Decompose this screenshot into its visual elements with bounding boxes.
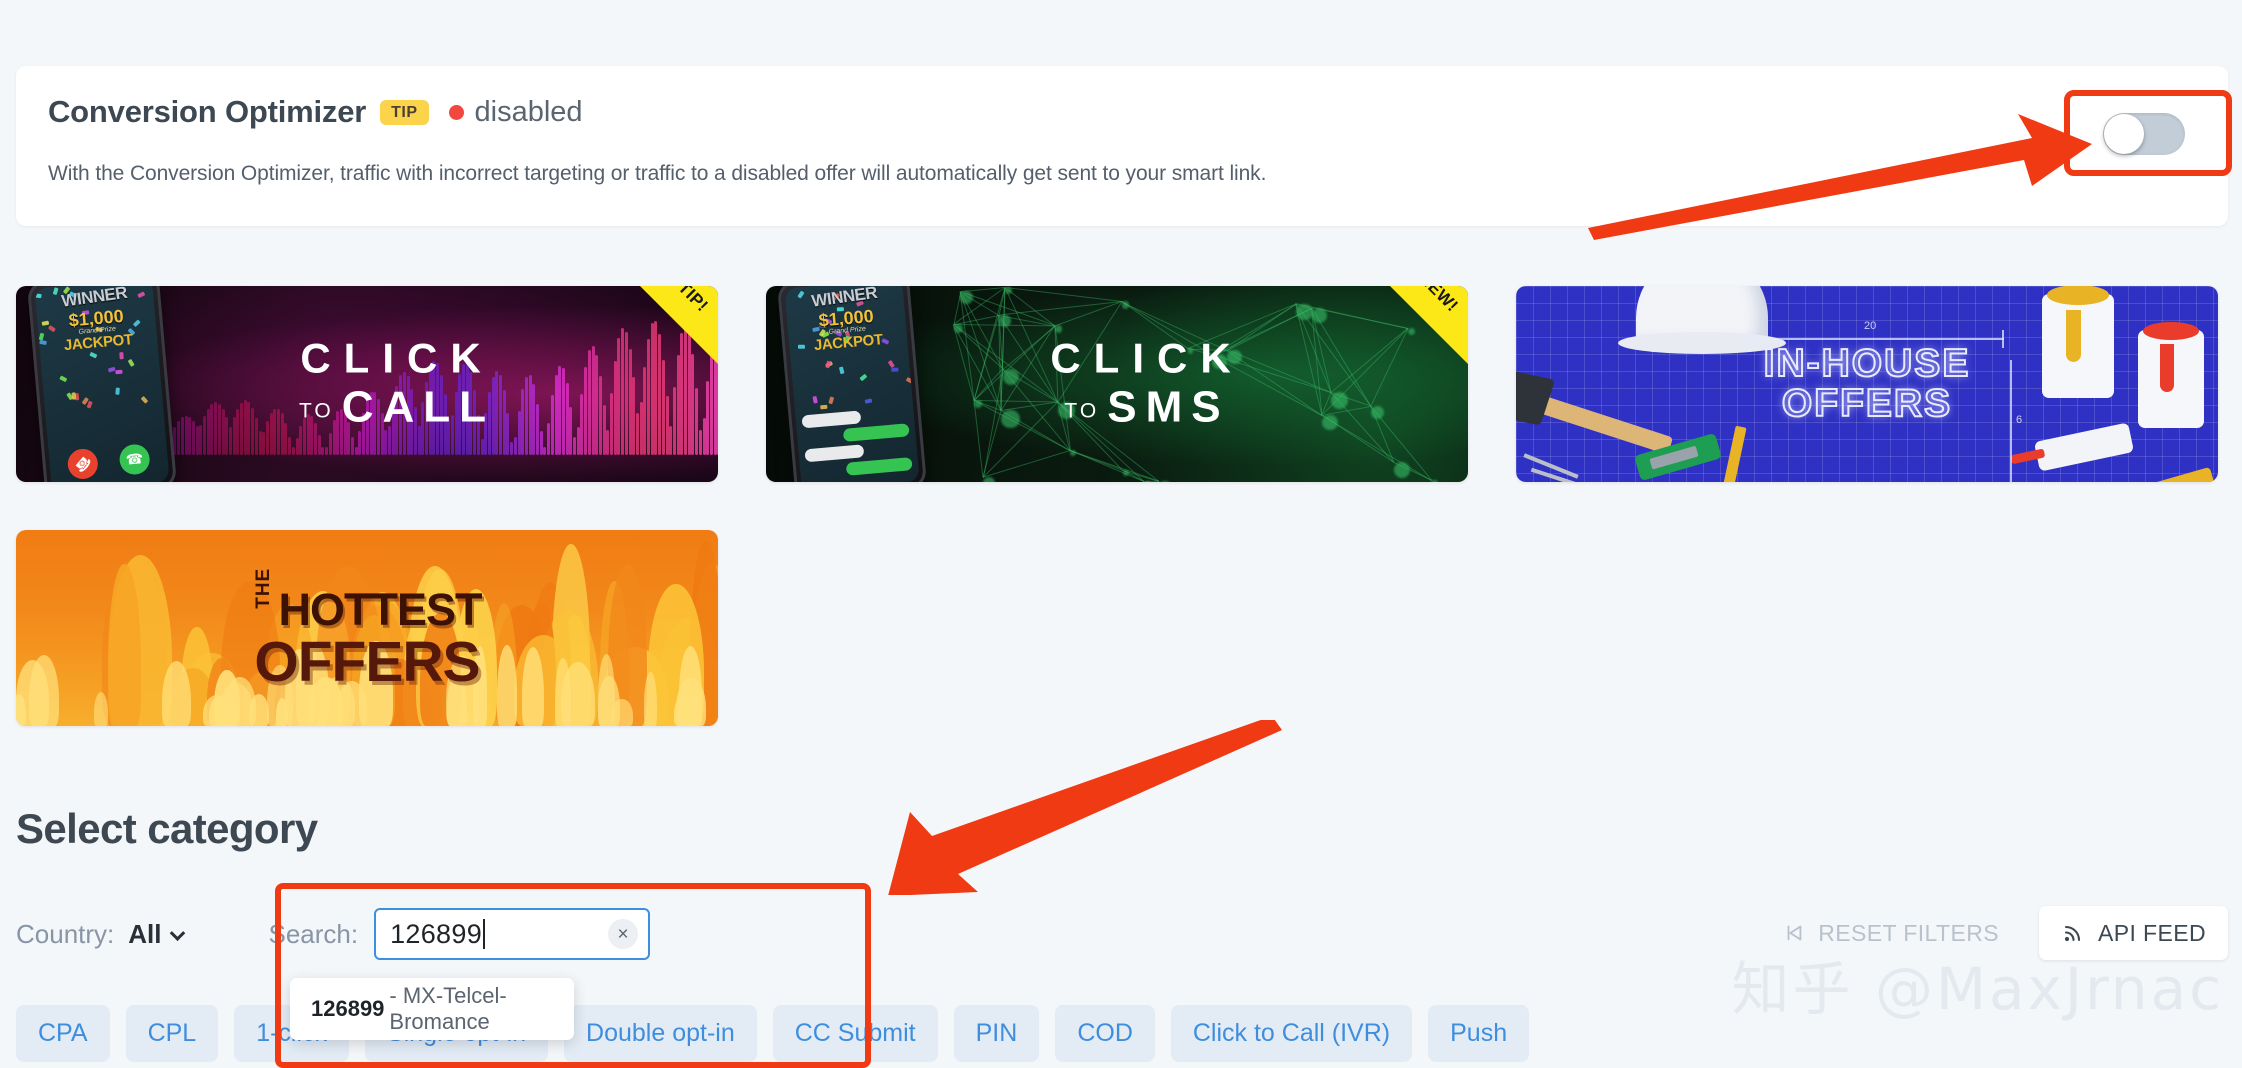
- banner-to-word: TO: [299, 400, 334, 423]
- category-chip[interactable]: PIN: [954, 1005, 1040, 1062]
- status-text: disabled: [475, 96, 583, 129]
- country-label: Country:: [16, 919, 114, 950]
- banner-in-house-offers[interactable]: 20 6 IN-HOUSE OFFERS: [1516, 286, 2218, 482]
- banner-title-hottest: THE HOTTEST OFFERS: [16, 568, 718, 688]
- paint-roller-icon: [2034, 422, 2134, 471]
- banner-to-word: TO: [1064, 400, 1099, 423]
- toggle-track[interactable]: [2103, 113, 2185, 155]
- banner-hottest-offers[interactable]: THE HOTTEST OFFERS: [16, 530, 718, 726]
- network-node: [1159, 481, 1171, 482]
- category-chip[interactable]: Push: [1428, 1005, 1529, 1062]
- banner-click-to-sms[interactable]: WINNER $1,000 Grand Prize JACKPOT CLICK …: [766, 286, 1468, 482]
- category-chip[interactable]: Click to Call (IVR): [1171, 1005, 1412, 1062]
- status-dot-icon: [449, 105, 464, 120]
- wave-bar: [606, 430, 609, 455]
- network-node: [983, 477, 995, 482]
- network-node: [1431, 480, 1437, 482]
- category-chip[interactable]: CPA: [16, 1005, 110, 1062]
- phone-answer-icon: ☎: [118, 443, 151, 476]
- wave-bar: [321, 447, 324, 455]
- wave-bar: [481, 439, 484, 455]
- watermark: 知乎 @MaxJrnac: [1732, 942, 2224, 1026]
- conversion-optimizer-description: With the Conversion Optimizer, traffic w…: [48, 162, 1266, 186]
- banner-title-sms: CLICK TO SMS: [766, 335, 1468, 434]
- category-chip[interactable]: Double opt-in: [564, 1005, 757, 1062]
- banner-line1: HOTTEST: [279, 584, 482, 636]
- sms-bubble: [846, 457, 913, 476]
- ribbon-new: NEW!: [1390, 286, 1468, 364]
- banner-title-in-house: IN-HOUSE OFFERS: [1516, 344, 2218, 424]
- suggestion-code: 126899: [311, 996, 384, 1022]
- tip-badge[interactable]: TIP: [380, 100, 428, 125]
- banner-click-to-call[interactable]: WINNER $1,000 Grand Prize JACKPOT ☎ ☎ CL…: [16, 286, 718, 482]
- toggle-knob[interactable]: [2104, 114, 2144, 154]
- wave-bar: [292, 447, 295, 455]
- wave-bar: [514, 437, 517, 454]
- clear-search-icon[interactable]: ×: [608, 919, 638, 949]
- wave-bar: [355, 447, 358, 455]
- phone-decline-icon: ☎: [67, 448, 100, 481]
- wave-bar: [259, 431, 262, 455]
- conversion-optimizer-toggle[interactable]: [2084, 96, 2204, 172]
- flame-tip: [611, 699, 632, 726]
- wave-bar: [318, 435, 321, 454]
- conversion-optimizer-card: Conversion Optimizer TIP disabled With t…: [16, 66, 2228, 226]
- suggestion-name: - MX-Telcel-Bromance: [389, 983, 574, 1035]
- brush-icon: [2102, 467, 2214, 482]
- banner-the-word: THE: [253, 568, 275, 609]
- banner-line1: IN-HOUSE: [1516, 344, 2218, 384]
- banner-line2: OFFERS: [16, 636, 718, 688]
- banner-line2: TO SMS: [826, 383, 1468, 434]
- wave-bar: [288, 437, 291, 455]
- filter-row: Country: All Search: 126899 ×: [16, 908, 650, 960]
- category-chip-list: CPACPL1-clickSingle opt-inDouble opt-inC…: [16, 1005, 1529, 1062]
- search-input[interactable]: 126899 ×: [374, 908, 650, 960]
- text-caret: [483, 919, 485, 949]
- ribbon-label: NEW!: [1394, 286, 1462, 316]
- sms-bubble: [804, 444, 864, 462]
- chevron-down-icon: [169, 925, 185, 941]
- dimension-label-width: 20: [1864, 320, 1876, 332]
- page-title: Select category: [16, 805, 318, 853]
- banner-line2-text: SMS: [1107, 383, 1229, 432]
- flame-tip: [674, 693, 702, 726]
- category-chip[interactable]: CC Submit: [773, 1005, 938, 1062]
- wave-bar: [351, 437, 354, 455]
- conversion-optimizer-title: Conversion Optimizer: [48, 94, 366, 130]
- banner-line2: TO CALL: [76, 383, 718, 434]
- status-group: disabled: [449, 96, 583, 129]
- ribbon-label: TIP!: [644, 286, 712, 316]
- banner-line1: CLICK: [76, 335, 718, 383]
- wave-bar: [699, 430, 702, 455]
- wave-bar: [540, 431, 543, 455]
- search-value: 126899: [390, 919, 482, 950]
- wave-bar: [384, 430, 387, 454]
- search-label: Search:: [269, 919, 359, 950]
- wave-bar: [543, 447, 546, 455]
- dimension-line-width: [1748, 338, 2004, 340]
- annotation-arrow-search: [870, 720, 1290, 895]
- wave-bar: [358, 431, 361, 454]
- banner-line2: OFFERS: [1516, 384, 2218, 424]
- wave-bar: [329, 433, 332, 454]
- country-value: All: [128, 919, 161, 949]
- ribbon-tip: TIP!: [640, 286, 718, 364]
- category-chip[interactable]: COD: [1055, 1005, 1155, 1062]
- wave-bar: [573, 437, 576, 455]
- pencil-icon: [1720, 426, 1746, 482]
- country-dropdown[interactable]: All: [128, 919, 182, 950]
- conversion-optimizer-header: Conversion Optimizer TIP disabled: [48, 94, 583, 130]
- banner-title-call: CLICK TO CALL: [16, 335, 718, 434]
- skip-back-icon: [1783, 922, 1805, 944]
- search-suggestion-item[interactable]: 126899 - MX-Telcel-Bromance: [290, 978, 574, 1040]
- banner-line2-text: CALL: [342, 383, 495, 432]
- wave-bar: [262, 432, 265, 455]
- page-root: Conversion Optimizer TIP disabled With t…: [0, 0, 2242, 1068]
- category-chip[interactable]: CPL: [126, 1005, 219, 1062]
- wave-bar: [325, 447, 328, 455]
- banner-line1: CLICK: [826, 335, 1468, 383]
- wave-bar: [510, 442, 513, 454]
- wave-bar: [296, 438, 299, 455]
